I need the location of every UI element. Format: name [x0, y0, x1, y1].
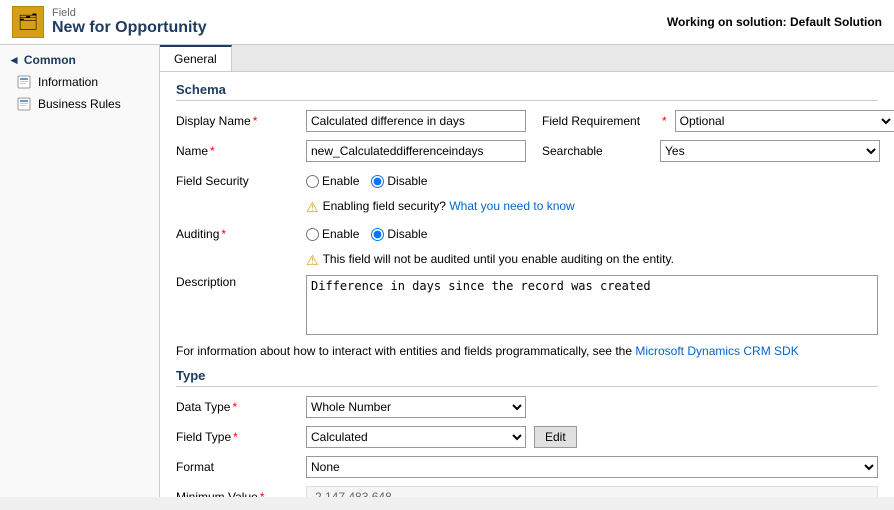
display-name-control: Field Requirement* Optional Business Req…	[306, 110, 894, 132]
tab-general[interactable]: General	[160, 45, 232, 71]
working-on-label: Working on solution: Default Solution	[667, 15, 882, 29]
name-control: Searchable Yes No	[306, 140, 880, 162]
display-name-label: Display Name*	[176, 114, 306, 128]
sidebar-section-header: ◄ Common	[0, 49, 159, 71]
format-control: None Duration Time Zone Language Locale	[306, 456, 878, 478]
sidebar-item-information-label: Information	[38, 75, 98, 89]
field-requirement-select[interactable]: Optional Business Required Business Reco…	[675, 110, 894, 132]
minimum-value-control: -2,147,483,648	[306, 486, 878, 497]
auditing-disable-radio[interactable]	[371, 228, 384, 241]
format-row: Format None Duration Time Zone Language …	[176, 455, 878, 479]
description-area: Difference in days since the record was …	[306, 275, 878, 338]
format-label: Format	[176, 460, 306, 474]
header-title: New for Opportunity	[52, 19, 207, 37]
auditing-row: Auditing* Enable Disable	[176, 222, 878, 246]
description-label: Description	[176, 275, 306, 289]
business-rules-icon	[16, 96, 32, 112]
what-you-need-to-know-link[interactable]: What you need to know	[449, 199, 574, 213]
name-row: Name* Searchable Yes No	[176, 139, 878, 163]
auditing-info-row: ⚠ This field will not be audited until y…	[306, 252, 878, 269]
content-area: General Schema Display Name* Field Requi…	[160, 45, 894, 497]
display-name-required: *	[253, 114, 258, 128]
sidebar-item-business-rules-label: Business Rules	[38, 97, 121, 111]
display-name-input[interactable]	[306, 110, 526, 132]
field-security-control: Enable Disable	[306, 174, 878, 188]
header-title-block: Field New for Opportunity	[52, 7, 207, 37]
sdk-info-row: For information about how to interact wi…	[176, 344, 878, 358]
data-type-select[interactable]: Whole Number Single Line of Text Two Opt…	[306, 396, 526, 418]
information-icon	[16, 74, 32, 90]
name-input[interactable]	[306, 140, 526, 162]
sidebar: ◄ Common Information Business Rules	[0, 45, 160, 497]
field-type-control: Calculated Simple Rollup Edit	[306, 426, 878, 448]
data-type-row: Data Type* Whole Number Single Line of T…	[176, 395, 878, 419]
minimum-value-row: Minimum Value* -2,147,483,648	[176, 485, 878, 497]
field-security-enable-label[interactable]: Enable	[306, 174, 359, 188]
data-type-label: Data Type*	[176, 400, 306, 414]
auditing-enable-radio[interactable]	[306, 228, 319, 241]
sdk-link[interactable]: Microsoft Dynamics CRM SDK	[635, 344, 798, 358]
warning-icon-auditing: ⚠	[306, 252, 319, 269]
searchable-select[interactable]: Yes No	[660, 140, 880, 162]
sidebar-section-label: Common	[24, 53, 76, 67]
field-security-info-text: Enabling field security? What you need t…	[323, 199, 575, 213]
data-type-control: Whole Number Single Line of Text Two Opt…	[306, 396, 878, 418]
form-body: Schema Display Name* Field Requirement* …	[160, 72, 894, 497]
type-section-title: Type	[176, 368, 878, 387]
name-label: Name*	[176, 144, 306, 158]
field-type-label: Field Type*	[176, 430, 306, 444]
field-requirement-label: Field Requirement	[542, 114, 652, 128]
minimum-value-display: -2,147,483,648	[306, 486, 878, 497]
field-security-label: Field Security	[176, 174, 306, 188]
description-textarea[interactable]: Difference in days since the record was …	[306, 275, 878, 335]
schema-section-title: Schema	[176, 82, 878, 101]
tab-bar: General	[160, 45, 894, 72]
collapse-icon[interactable]: ◄	[8, 53, 20, 67]
header-bar: 🗂 Field New for Opportunity Working on s…	[0, 0, 894, 45]
field-security-enable-radio[interactable]	[306, 175, 319, 188]
header-left: 🗂 Field New for Opportunity	[12, 6, 207, 38]
minimum-value-label: Minimum Value*	[176, 490, 306, 497]
auditing-radio-group: Enable Disable	[306, 227, 427, 241]
auditing-info-text: This field will not be audited until you…	[323, 252, 674, 266]
header-subtitle: Field	[52, 7, 207, 19]
field-security-radio-group: Enable Disable	[306, 174, 427, 188]
entity-icon: 🗂	[12, 6, 44, 38]
field-security-disable-label[interactable]: Disable	[371, 174, 427, 188]
auditing-label: Auditing*	[176, 227, 306, 241]
field-type-select[interactable]: Calculated Simple Rollup	[306, 426, 526, 448]
edit-button[interactable]: Edit	[534, 426, 577, 448]
description-row: Description Difference in days since the…	[176, 275, 878, 338]
sidebar-item-business-rules[interactable]: Business Rules	[0, 93, 159, 115]
auditing-control: Enable Disable	[306, 227, 878, 241]
field-type-row: Field Type* Calculated Simple Rollup Edi…	[176, 425, 878, 449]
field-security-info-row: ⚠ Enabling field security? What you need…	[306, 199, 878, 216]
searchable-label: Searchable	[542, 144, 652, 158]
auditing-enable-label[interactable]: Enable	[306, 227, 359, 241]
sidebar-item-information[interactable]: Information	[0, 71, 159, 93]
main-layout: ◄ Common Information Business Rules Gene…	[0, 45, 894, 497]
field-security-disable-radio[interactable]	[371, 175, 384, 188]
format-select[interactable]: None Duration Time Zone Language Locale	[306, 456, 878, 478]
auditing-disable-label[interactable]: Disable	[371, 227, 427, 241]
display-name-row: Display Name* Field Requirement* Optiona…	[176, 109, 878, 133]
warning-icon-security: ⚠	[306, 199, 319, 216]
field-security-row: Field Security Enable Disable	[176, 169, 878, 193]
